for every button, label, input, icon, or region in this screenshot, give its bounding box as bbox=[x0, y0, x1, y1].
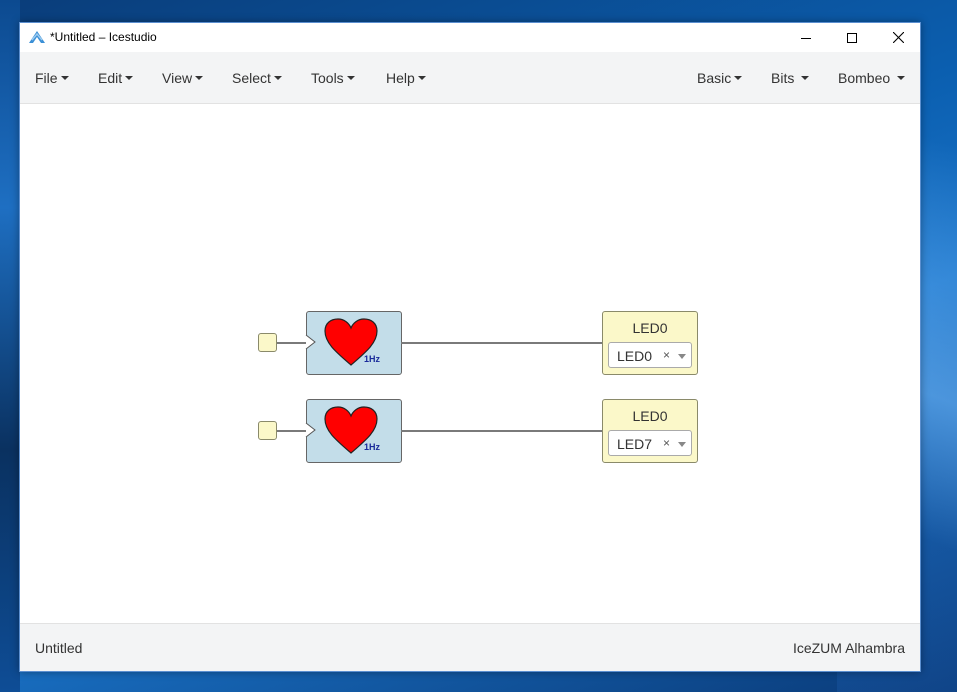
minimize-button[interactable] bbox=[783, 23, 829, 52]
title-bar[interactable]: *Untitled – Icestudio bbox=[20, 23, 920, 52]
pin-select[interactable]: LED7 × bbox=[608, 430, 692, 456]
menu-bits-label: Bits bbox=[771, 70, 795, 86]
chevron-down-icon bbox=[734, 76, 743, 81]
heartbeat-block-1[interactable]: 1Hz bbox=[305, 311, 402, 375]
menu-basic[interactable]: Basic bbox=[697, 70, 743, 86]
clock-input-icon bbox=[305, 422, 316, 438]
wire-output-2[interactable] bbox=[401, 430, 603, 432]
chevron-down-icon bbox=[60, 76, 69, 81]
heartbeat-block-2[interactable]: 1Hz bbox=[305, 399, 402, 463]
menu-file[interactable]: File bbox=[35, 70, 69, 86]
input-port-1[interactable] bbox=[258, 333, 277, 352]
chevron-down-icon bbox=[801, 76, 810, 81]
clock-input-icon bbox=[305, 334, 316, 350]
menu-bombeo[interactable]: Bombeo bbox=[838, 70, 906, 86]
output-led-block-1[interactable]: LED0 LED0 × bbox=[602, 311, 698, 375]
app-window: *Untitled – Icestudio File Edit View Sel… bbox=[19, 22, 921, 672]
chevron-down-icon bbox=[273, 76, 282, 81]
maximize-button[interactable] bbox=[829, 23, 875, 52]
chevron-down-icon bbox=[195, 76, 204, 81]
menu-select-label: Select bbox=[232, 70, 271, 86]
menu-bar: File Edit View Select Tools Help Basic B… bbox=[20, 52, 920, 104]
menu-bombeo-label: Bombeo bbox=[838, 70, 891, 86]
wire-output-1[interactable] bbox=[401, 342, 603, 344]
wire-input-2[interactable] bbox=[277, 430, 307, 432]
menu-bits[interactable]: Bits bbox=[771, 70, 810, 86]
menu-basic-label: Basic bbox=[697, 70, 732, 86]
led-block-name: LED0 bbox=[632, 320, 668, 336]
desktop-left-edge bbox=[0, 0, 20, 692]
menu-edit-label: Edit bbox=[98, 70, 123, 86]
menu-tools[interactable]: Tools bbox=[311, 70, 355, 86]
chevron-down-icon bbox=[125, 76, 134, 81]
menu-file-label: File bbox=[35, 70, 58, 86]
close-icon bbox=[892, 32, 904, 43]
input-port-2[interactable] bbox=[258, 421, 277, 440]
frequency-label: 1Hz bbox=[364, 354, 381, 364]
close-button[interactable] bbox=[875, 23, 921, 52]
output-led-block-2[interactable]: LED0 LED7 × bbox=[602, 399, 698, 463]
menu-select[interactable]: Select bbox=[232, 70, 282, 86]
clear-icon[interactable]: × bbox=[663, 436, 670, 450]
menu-tools-label: Tools bbox=[311, 70, 344, 86]
maximize-icon bbox=[847, 32, 857, 43]
pin-select-value: LED7 bbox=[617, 436, 653, 452]
icestudio-logo-icon bbox=[29, 31, 45, 43]
frequency-label: 1Hz bbox=[364, 442, 381, 452]
menu-view[interactable]: View bbox=[162, 70, 204, 86]
menu-help[interactable]: Help bbox=[386, 70, 426, 86]
chevron-down-icon[interactable] bbox=[678, 442, 686, 447]
led-block-name: LED0 bbox=[632, 408, 668, 424]
menu-edit[interactable]: Edit bbox=[98, 70, 134, 86]
design-canvas[interactable]: 1Hz LED0 LED0 × 1Hz LED0 LED7 × bbox=[20, 104, 920, 624]
wire-input-1[interactable] bbox=[277, 342, 307, 344]
chevron-down-icon bbox=[417, 76, 426, 81]
window-title: *Untitled – Icestudio bbox=[50, 30, 157, 44]
chevron-down-icon[interactable] bbox=[678, 354, 686, 359]
chevron-down-icon bbox=[897, 76, 906, 81]
menu-view-label: View bbox=[162, 70, 193, 86]
pin-select-value: LED0 bbox=[617, 348, 653, 364]
board-name[interactable]: IceZUM Alhambra bbox=[793, 640, 905, 656]
status-bar: Untitled IceZUM Alhambra bbox=[20, 623, 920, 671]
menu-help-label: Help bbox=[386, 70, 415, 86]
clear-icon[interactable]: × bbox=[663, 348, 670, 362]
chevron-down-icon bbox=[346, 76, 355, 81]
pin-select[interactable]: LED0 × bbox=[608, 342, 692, 368]
project-name: Untitled bbox=[35, 640, 83, 656]
minimize-icon bbox=[801, 37, 811, 39]
